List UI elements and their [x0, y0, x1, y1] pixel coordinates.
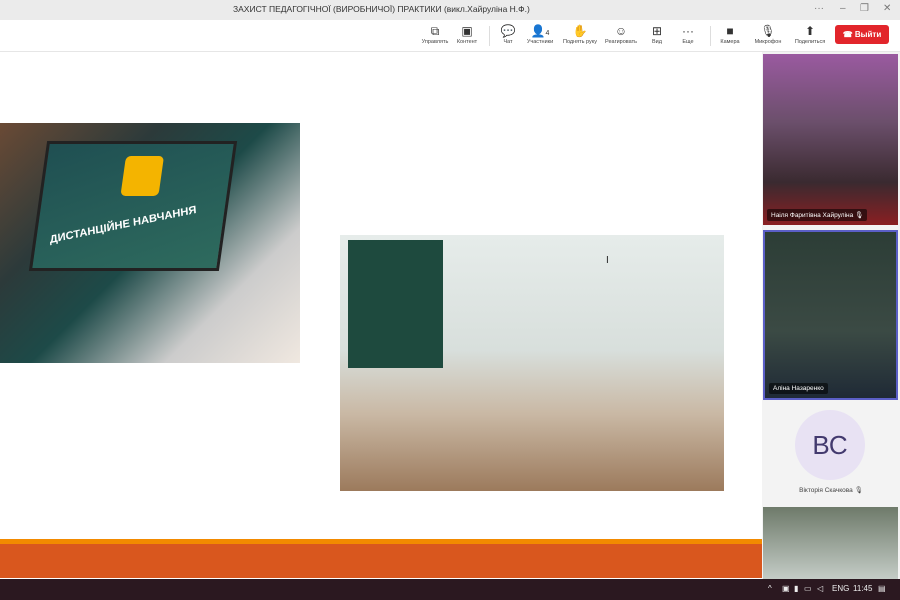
ellipsis-icon: ··· — [682, 24, 694, 38]
more-button[interactable]: ··· Еще — [666, 23, 710, 45]
participant-name: Аліна Назаренко — [769, 383, 828, 394]
laptop-screen: ДИСТАНЦІЙНЕ НАВЧАННЯ — [28, 141, 238, 271]
text-cursor-icon: I — [606, 255, 609, 266]
mic-icon[interactable]: ▮ — [794, 584, 798, 593]
restore-button[interactable]: ❐ — [860, 3, 869, 14]
more-label: Еще — [682, 39, 694, 45]
shared-slide: ДИСТАНЦІЙНЕ НАВЧАННЯ I — [0, 52, 762, 579]
raise-hand-button[interactable]: ✋ Поднять руку — [558, 23, 602, 45]
leave-label: Выйти — [854, 30, 882, 39]
raise-hand-label: Поднять руку — [563, 39, 597, 45]
content-icon: ▣ — [461, 24, 473, 38]
content-button[interactable]: ▣ Контент — [445, 23, 489, 45]
video-tile-active-speaker[interactable]: Аліна Назаренко — [763, 230, 898, 400]
person-icon: 👤 — [530, 24, 546, 38]
pencil-icon — [120, 156, 165, 196]
avatar[interactable]: ВС — [795, 410, 865, 480]
participant-name: Вікторія Скачкова 🎙 — [799, 487, 863, 494]
classroom-image: I — [340, 235, 724, 491]
meet-icon[interactable]: ▣ — [782, 584, 790, 593]
participants-button[interactable]: 👤4 Участники — [518, 23, 562, 45]
laptop-image: ДИСТАНЦІЙНЕ НАВЧАННЯ — [0, 123, 300, 363]
slide-footer-bar — [0, 544, 762, 578]
participants-panel: Наiля Фаритiвна Хайрулiна 🎙 Аліна Назаре… — [762, 52, 900, 579]
taskbar: ^ ▣ ▮ ▭ ◁ ENG 11:45 ▤ — [0, 579, 900, 600]
more-icon[interactable]: ··· — [814, 3, 824, 14]
mic-muted-icon: 🎙 — [854, 487, 863, 494]
mic-button[interactable]: 🎙 Микрофон — [746, 23, 790, 45]
participants-count: 4 — [545, 30, 550, 37]
notification-icon[interactable]: ▤ — [878, 584, 886, 593]
chevron-up-icon[interactable]: ^ — [768, 584, 772, 593]
leave-button[interactable]: ☎ Выйти — [835, 25, 889, 44]
hand-icon: ✋ — [572, 24, 588, 38]
participants-label: Участники — [526, 39, 554, 45]
mic-label: Микрофон — [754, 39, 782, 45]
share-icon: ⬆ — [804, 24, 816, 38]
window-title: ЗАХИСТ ПЕДАГОГІЧНОЇ (ВИРОБНИЧОЇ) ПРАКТИК… — [233, 4, 530, 14]
clock[interactable]: 11:45 — [853, 584, 872, 593]
mic-muted-icon: 🎙 — [855, 212, 864, 219]
mic-muted-icon: 🎙 — [760, 24, 776, 38]
language-indicator[interactable]: ENG — [832, 584, 849, 593]
meeting-toolbar: ⧉ Управлять ▣ Контент 💬 Чат 👤4 Участники ✋ По… — [0, 20, 900, 52]
video-tile[interactable] — [763, 507, 898, 579]
close-button[interactable]: ✕ — [883, 3, 891, 14]
participant-name: Наiля Фаритiвна Хайрулiна 🎙 — [767, 209, 868, 221]
screen-text: ДИСТАНЦІЙНЕ НАВЧАННЯ — [49, 204, 197, 246]
chalkboard — [348, 240, 443, 368]
people-icon: 👤4 — [518, 23, 562, 39]
network-icon[interactable]: ▭ — [804, 584, 812, 593]
share-label: Поделиться — [794, 39, 826, 45]
share-button[interactable]: ⬆ Поделиться — [788, 23, 832, 45]
minimize-button[interactable]: – — [840, 3, 846, 14]
title-bar: ЗАХИСТ ПЕДАГОГІЧНОЇ (ВИРОБНИЧОЇ) ПРАКТИК… — [0, 0, 900, 20]
video-tile[interactable]: Наiля Фаритiвна Хайрулiна 🎙 — [763, 54, 898, 225]
volume-icon[interactable]: ◁ — [817, 584, 823, 593]
content-label: Контент — [456, 39, 478, 45]
